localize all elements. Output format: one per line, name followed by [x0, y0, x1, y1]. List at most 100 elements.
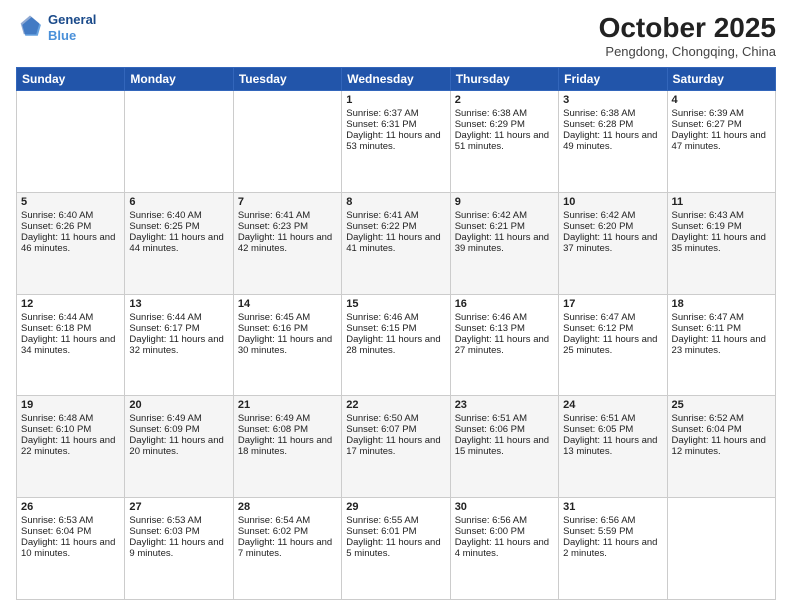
calendar-cell: 26Sunrise: 6:53 AMSunset: 6:04 PMDayligh… [17, 498, 125, 600]
sunset-text: Sunset: 6:27 PM [672, 119, 771, 130]
daylight-text: Daylight: 11 hours and 25 minutes. [563, 334, 662, 356]
sunrise-text: Sunrise: 6:40 AM [129, 210, 228, 221]
calendar-week-row: 5Sunrise: 6:40 AMSunset: 6:26 PMDaylight… [17, 192, 776, 294]
sunrise-text: Sunrise: 6:45 AM [238, 312, 337, 323]
sunrise-text: Sunrise: 6:38 AM [563, 108, 662, 119]
sunrise-text: Sunrise: 6:38 AM [455, 108, 554, 119]
calendar-cell [667, 498, 775, 600]
daylight-text: Daylight: 11 hours and 18 minutes. [238, 435, 337, 457]
sunset-text: Sunset: 6:10 PM [21, 424, 120, 435]
calendar-cell: 23Sunrise: 6:51 AMSunset: 6:06 PMDayligh… [450, 396, 558, 498]
sunset-text: Sunset: 6:26 PM [21, 221, 120, 232]
sunrise-text: Sunrise: 6:53 AM [21, 515, 120, 526]
sunrise-text: Sunrise: 6:41 AM [346, 210, 445, 221]
sunrise-text: Sunrise: 6:53 AM [129, 515, 228, 526]
sunrise-text: Sunrise: 6:48 AM [21, 413, 120, 424]
calendar-cell: 9Sunrise: 6:42 AMSunset: 6:21 PMDaylight… [450, 192, 558, 294]
daylight-text: Daylight: 11 hours and 44 minutes. [129, 232, 228, 254]
calendar-cell: 10Sunrise: 6:42 AMSunset: 6:20 PMDayligh… [559, 192, 667, 294]
sunrise-text: Sunrise: 6:44 AM [129, 312, 228, 323]
title-block: October 2025 Pengdong, Chongqing, China [599, 12, 776, 59]
daylight-text: Daylight: 11 hours and 28 minutes. [346, 334, 445, 356]
calendar-cell: 5Sunrise: 6:40 AMSunset: 6:26 PMDaylight… [17, 192, 125, 294]
day-number: 10 [563, 196, 662, 208]
day-number: 6 [129, 196, 228, 208]
calendar-week-row: 26Sunrise: 6:53 AMSunset: 6:04 PMDayligh… [17, 498, 776, 600]
sunset-text: Sunset: 6:19 PM [672, 221, 771, 232]
calendar-cell: 1Sunrise: 6:37 AMSunset: 6:31 PMDaylight… [342, 91, 450, 193]
day-number: 13 [129, 298, 228, 310]
sunrise-text: Sunrise: 6:52 AM [672, 413, 771, 424]
calendar-header-row: SundayMondayTuesdayWednesdayThursdayFrid… [17, 68, 776, 91]
sunset-text: Sunset: 6:16 PM [238, 323, 337, 334]
sunrise-text: Sunrise: 6:47 AM [672, 312, 771, 323]
daylight-text: Daylight: 11 hours and 17 minutes. [346, 435, 445, 457]
day-number: 16 [455, 298, 554, 310]
calendar-day-header: Monday [125, 68, 233, 91]
sunset-text: Sunset: 6:22 PM [346, 221, 445, 232]
sunrise-text: Sunrise: 6:56 AM [455, 515, 554, 526]
calendar-cell: 7Sunrise: 6:41 AMSunset: 6:23 PMDaylight… [233, 192, 341, 294]
day-number: 29 [346, 501, 445, 513]
sunrise-text: Sunrise: 6:51 AM [455, 413, 554, 424]
daylight-text: Daylight: 11 hours and 15 minutes. [455, 435, 554, 457]
calendar-day-header: Thursday [450, 68, 558, 91]
sunrise-text: Sunrise: 6:43 AM [672, 210, 771, 221]
sunset-text: Sunset: 6:17 PM [129, 323, 228, 334]
calendar-week-row: 1Sunrise: 6:37 AMSunset: 6:31 PMDaylight… [17, 91, 776, 193]
sunrise-text: Sunrise: 6:46 AM [455, 312, 554, 323]
sunrise-text: Sunrise: 6:46 AM [346, 312, 445, 323]
location: Pengdong, Chongqing, China [599, 44, 776, 59]
daylight-text: Daylight: 11 hours and 47 minutes. [672, 130, 771, 152]
logo-icon [16, 14, 44, 42]
day-number: 18 [672, 298, 771, 310]
sunrise-text: Sunrise: 6:39 AM [672, 108, 771, 119]
day-number: 9 [455, 196, 554, 208]
sunrise-text: Sunrise: 6:55 AM [346, 515, 445, 526]
sunrise-text: Sunrise: 6:49 AM [238, 413, 337, 424]
daylight-text: Daylight: 11 hours and 7 minutes. [238, 537, 337, 559]
calendar-cell: 18Sunrise: 6:47 AMSunset: 6:11 PMDayligh… [667, 294, 775, 396]
sunrise-text: Sunrise: 6:54 AM [238, 515, 337, 526]
day-number: 1 [346, 94, 445, 106]
calendar-day-header: Wednesday [342, 68, 450, 91]
calendar-cell: 20Sunrise: 6:49 AMSunset: 6:09 PMDayligh… [125, 396, 233, 498]
sunrise-text: Sunrise: 6:44 AM [21, 312, 120, 323]
calendar-cell: 6Sunrise: 6:40 AMSunset: 6:25 PMDaylight… [125, 192, 233, 294]
sunset-text: Sunset: 6:07 PM [346, 424, 445, 435]
calendar-cell: 30Sunrise: 6:56 AMSunset: 6:00 PMDayligh… [450, 498, 558, 600]
calendar-cell: 16 Sunrise: 6:46 AMSunset: 6:13 PMDayligh… [450, 294, 558, 396]
day-number: 30 [455, 501, 554, 513]
sunset-text: Sunset: 6:05 PM [563, 424, 662, 435]
sunset-text: Sunset: 6:06 PM [455, 424, 554, 435]
sunset-text: Sunset: 6:21 PM [455, 221, 554, 232]
sunset-text: Sunset: 6:13 PM [455, 323, 554, 334]
sunset-text: Sunset: 6:04 PM [21, 526, 120, 537]
calendar-cell: 15Sunrise: 6:46 AMSunset: 6:15 PMDayligh… [342, 294, 450, 396]
day-number: 21 [238, 399, 337, 411]
calendar-cell [17, 91, 125, 193]
daylight-text: Daylight: 11 hours and 46 minutes. [21, 232, 120, 254]
logo-line2: Blue [48, 28, 96, 44]
sunset-text: Sunset: 6:31 PM [346, 119, 445, 130]
daylight-text: Daylight: 11 hours and 42 minutes. [238, 232, 337, 254]
calendar-cell: 19Sunrise: 6:48 AMSunset: 6:10 PMDayligh… [17, 396, 125, 498]
day-number: 25 [672, 399, 771, 411]
daylight-text: Daylight: 11 hours and 41 minutes. [346, 232, 445, 254]
calendar-week-row: 12Sunrise: 6:44 AMSunset: 6:18 PMDayligh… [17, 294, 776, 396]
sunset-text: Sunset: 6:04 PM [672, 424, 771, 435]
daylight-text: Daylight: 11 hours and 9 minutes. [129, 537, 228, 559]
day-number: 19 [21, 399, 120, 411]
sunset-text: Sunset: 6:08 PM [238, 424, 337, 435]
sunset-text: Sunset: 6:00 PM [455, 526, 554, 537]
daylight-text: Daylight: 11 hours and 27 minutes. [455, 334, 554, 356]
day-number: 12 [21, 298, 120, 310]
sunset-text: Sunset: 6:23 PM [238, 221, 337, 232]
daylight-text: Daylight: 11 hours and 51 minutes. [455, 130, 554, 152]
sunrise-text: Sunrise: 6:41 AM [238, 210, 337, 221]
calendar-day-header: Friday [559, 68, 667, 91]
sunset-text: Sunset: 6:18 PM [21, 323, 120, 334]
calendar-cell: 8Sunrise: 6:41 AMSunset: 6:22 PMDaylight… [342, 192, 450, 294]
sunrise-text: Sunrise: 6:40 AM [21, 210, 120, 221]
sunset-text: Sunset: 6:01 PM [346, 526, 445, 537]
